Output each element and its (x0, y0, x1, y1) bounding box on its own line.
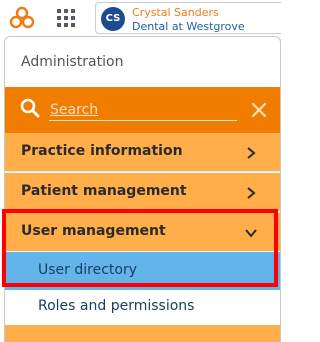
user-switcher[interactable]: CS Crystal Sanders Dental at Westgrove (95, 2, 281, 34)
search-input[interactable] (49, 99, 237, 121)
user-name: Crystal Sanders (132, 6, 219, 19)
highlight-annotation-box (2, 209, 278, 287)
menu-item-practice-information[interactable]: Practice information (5, 133, 280, 172)
submenu-item-label: Roles and permissions (38, 298, 195, 314)
menu-heading: Administration (21, 54, 124, 70)
chevron-right-icon (247, 147, 256, 159)
menu-item-patient-management[interactable]: Patient management (5, 173, 280, 212)
menu-item-label: Practice information (21, 143, 183, 159)
menu-item-partial[interactable] (5, 325, 280, 342)
search-bar (5, 87, 280, 133)
avatar: CS (101, 7, 125, 31)
top-bar: CS Crystal Sanders Dental at Westgrove (0, 0, 281, 36)
search-icon (20, 98, 40, 118)
submenu-item-roles-and-permissions[interactable]: Roles and permissions (5, 290, 280, 324)
brand-logo-icon[interactable] (9, 5, 35, 31)
chevron-right-icon (247, 187, 256, 199)
menu-item-label: Patient management (21, 183, 187, 199)
close-icon[interactable] (249, 100, 269, 120)
apps-grid-icon[interactable] (57, 9, 75, 27)
user-organization: Dental at Westgrove (132, 20, 245, 33)
admin-menu: Administration Practice information Pati… (4, 36, 281, 342)
